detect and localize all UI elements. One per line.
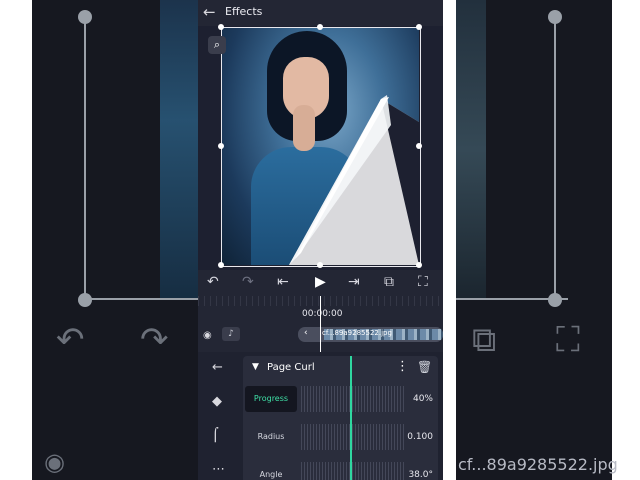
collapse-icon[interactable]: ▼ [252, 362, 259, 372]
undo-icon[interactable]: ↶ [207, 274, 219, 290]
resize-handle[interactable] [416, 262, 422, 268]
background-redo-icon: ↷ [140, 320, 169, 360]
timecode: 00:00:00 [302, 309, 343, 319]
background-handle [78, 293, 92, 307]
page-title: Effects [225, 5, 263, 18]
editor-screen: ← Effects ⌕ ↶ ↷ ⇤ ▶ ⇥ ⧉ ⛶ 00:00:00 ◉ ♪ ‹… [198, 0, 443, 480]
effect-header[interactable]: ▼ Page Curl ⋮ 🗑 [243, 356, 438, 380]
keyframe-cursor[interactable] [350, 356, 352, 480]
background-frame-line [86, 298, 198, 300]
chevron-left-icon: ‹ [304, 328, 308, 338]
duplicate-icon[interactable]: ⧉ [384, 274, 394, 290]
param-label[interactable]: Angle [245, 462, 297, 480]
param-label[interactable]: Radius [245, 424, 297, 450]
resize-handle[interactable] [416, 24, 422, 30]
more-options-icon[interactable]: ⋮ [396, 359, 409, 374]
curve-icon[interactable]: ⌠ [212, 428, 219, 443]
param-row-angle: Angle 38.0° [243, 459, 438, 480]
param-row-radius: Radius 0.100 [243, 421, 438, 451]
background-crop-frame-icon: ⛶ [556, 320, 580, 360]
timeline[interactable]: 00:00:00 ◉ ♪ ‹ cf...89a9285522.jpg [198, 296, 443, 352]
redo-icon[interactable]: ↷ [242, 274, 254, 290]
param-row-progress: Progress 40% [243, 383, 438, 413]
more-icon[interactable]: ⋯ [212, 462, 225, 477]
background-duplicate-icon: ⧉ [472, 320, 497, 360]
param-slider[interactable] [301, 462, 405, 480]
background-photo-left [160, 0, 198, 300]
resize-handle[interactable] [218, 24, 224, 30]
effect-card: ▼ Page Curl ⋮ 🗑 Progress 40% Radius 0.10… [243, 356, 438, 480]
background-handle [548, 10, 562, 24]
audio-track-icon[interactable]: ♪ [222, 327, 240, 341]
param-value: 0.100 [407, 432, 433, 442]
header: ← Effects [198, 0, 443, 26]
play-icon[interactable]: ▶ [315, 274, 326, 290]
resize-handle[interactable] [218, 143, 224, 149]
param-slider[interactable] [301, 386, 405, 412]
background-clip-label: cf...89a9285522.jpg [458, 455, 618, 474]
background-undo-icon: ↶ [56, 320, 85, 360]
trash-icon[interactable]: 🗑 [417, 360, 432, 374]
keyframe-icon[interactable]: ◆ [212, 394, 222, 409]
resize-handle[interactable] [317, 24, 323, 30]
skip-to-start-icon[interactable]: ⇤ [277, 274, 289, 290]
arrow-left-icon[interactable]: ← [212, 360, 223, 375]
effect-settings-panel: ← ◆ ⌠ ⋯ ▼ Page Curl ⋮ 🗑 Progress 40% Rad… [198, 352, 443, 480]
skip-to-end-icon[interactable]: ⇥ [348, 274, 360, 290]
selection-frame[interactable] [221, 27, 421, 267]
resize-handle[interactable] [317, 262, 323, 268]
background-frame-line [554, 16, 556, 300]
crop-frame-icon[interactable]: ⛶ [418, 274, 428, 290]
background-frame-line [84, 16, 86, 300]
playback-toolbar: ↶ ↷ ⇤ ▶ ⇥ ⧉ ⛶ [198, 270, 443, 296]
background-handle [78, 10, 92, 24]
background-photo-right [456, 0, 486, 300]
resize-handle[interactable] [416, 143, 422, 149]
back-button[interactable]: ← [203, 3, 216, 21]
effect-name: Page Curl [267, 362, 315, 373]
eye-icon[interactable]: ◉ [203, 330, 212, 341]
preview-canvas[interactable]: ⌕ [198, 24, 443, 270]
background-handle [548, 293, 562, 307]
param-value: 40% [412, 394, 433, 404]
param-label[interactable]: Progress [245, 386, 297, 412]
clip-label: cf...89a9285522.jpg [322, 329, 392, 337]
param-value: 38.0° [408, 470, 433, 480]
magnifier-icon[interactable]: ⌕ [208, 36, 226, 54]
resize-handle[interactable] [218, 262, 224, 268]
background-eye-icon: ◉ [44, 448, 65, 476]
playhead[interactable] [320, 296, 321, 352]
param-slider[interactable] [301, 424, 405, 450]
